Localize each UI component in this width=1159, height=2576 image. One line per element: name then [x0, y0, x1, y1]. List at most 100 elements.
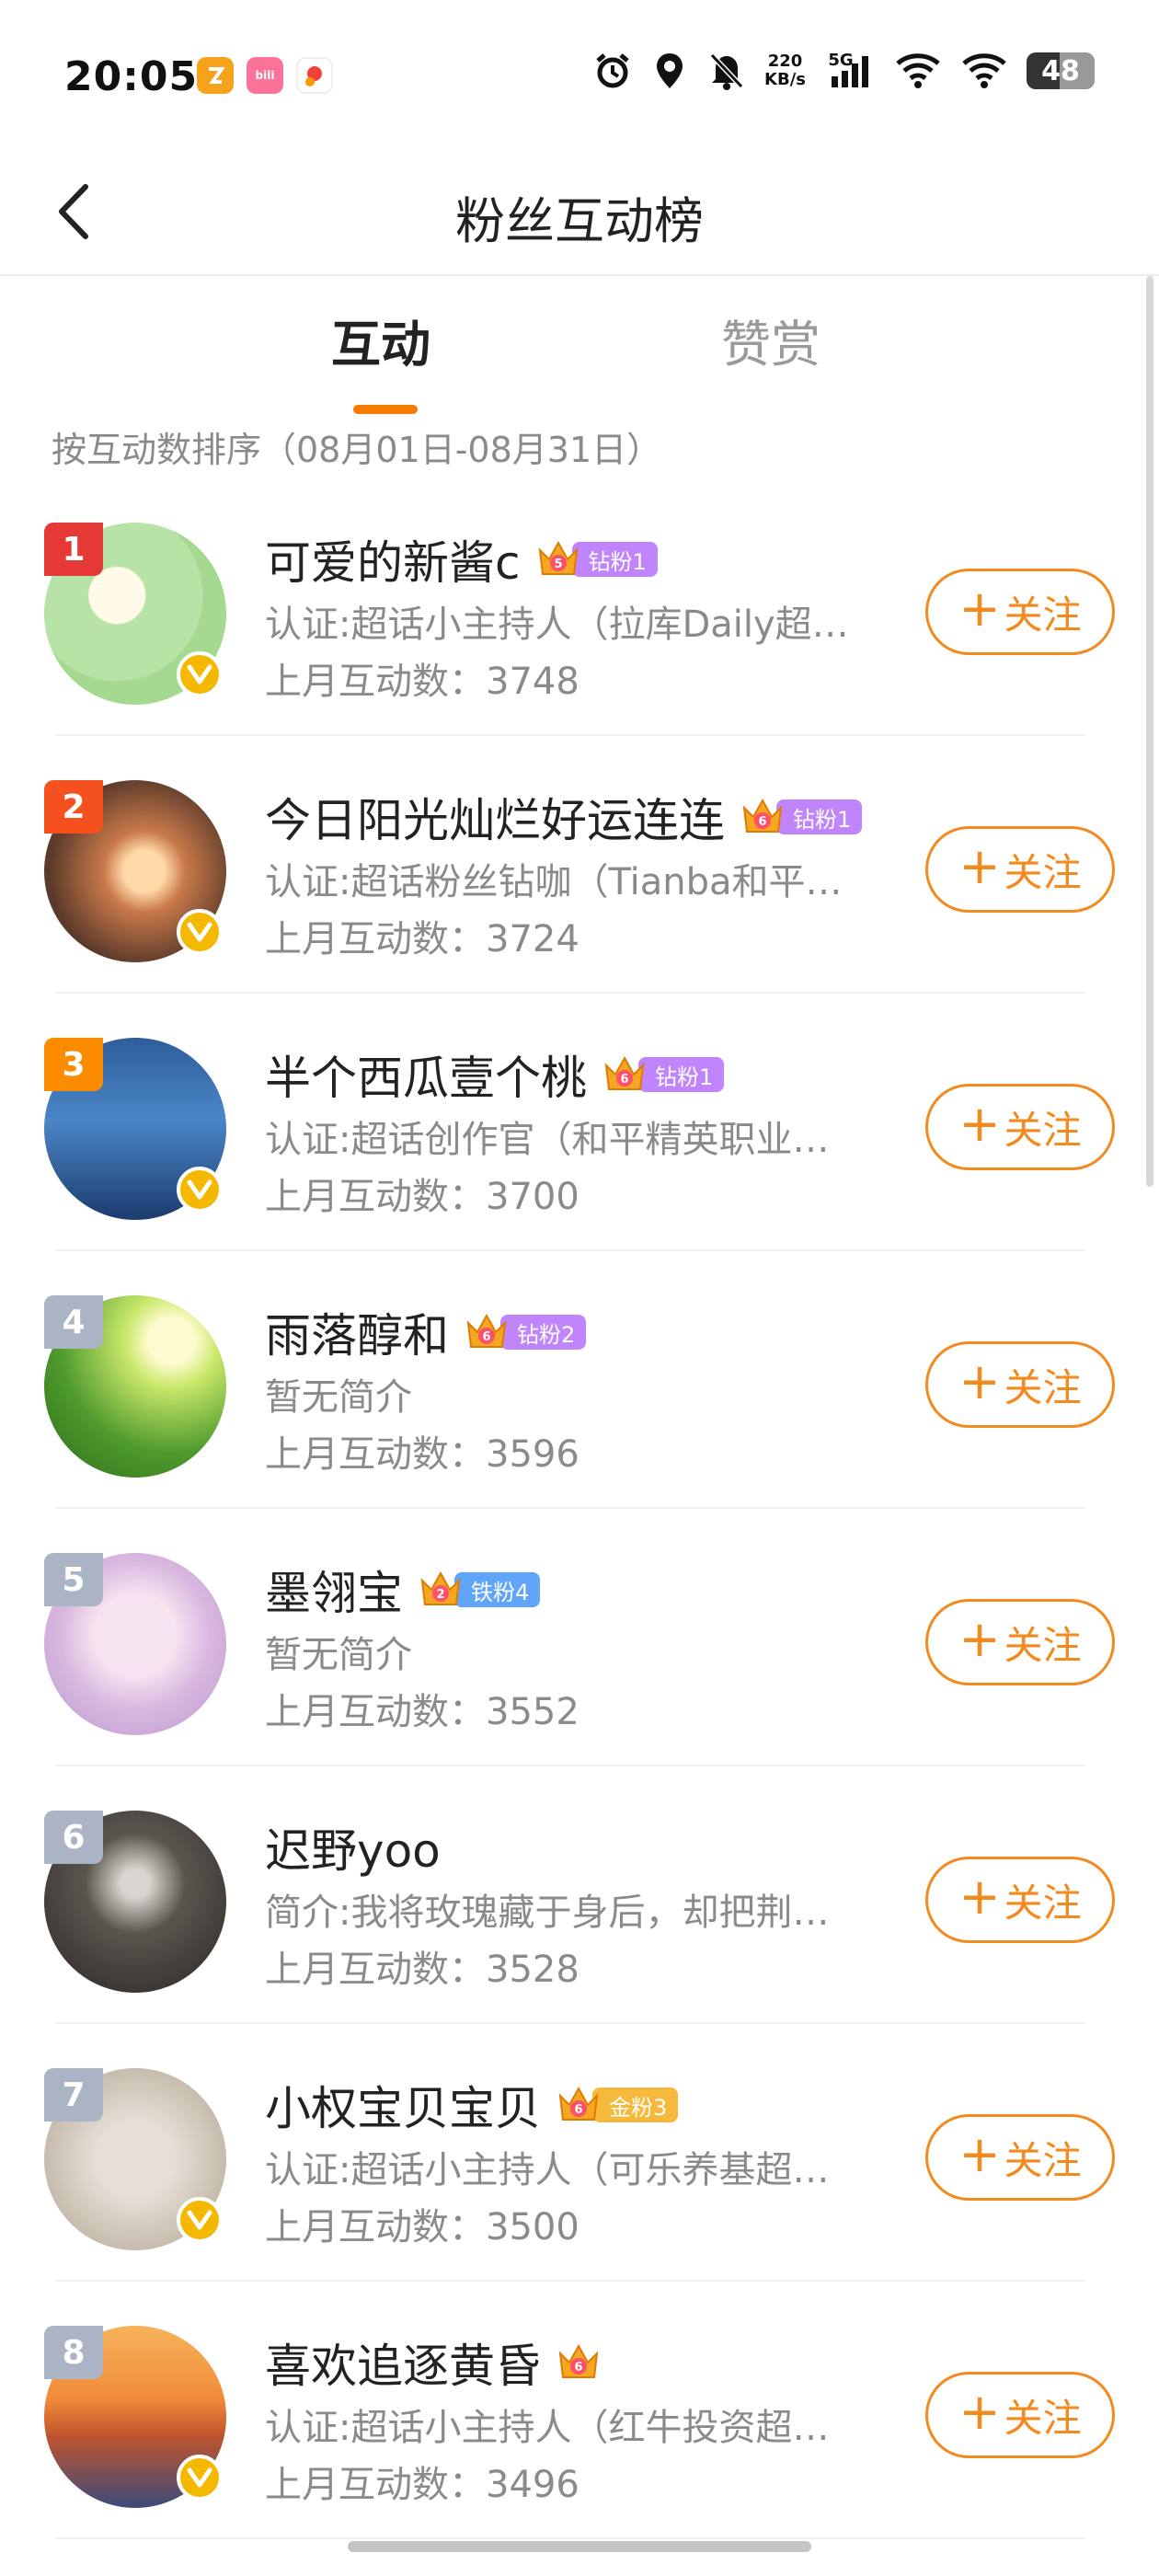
list-item[interactable]: 7 小权宝贝宝贝 6 金粉3 认证:超话小主持人（可乐养基超… 上月互动数：35…	[0, 2024, 1141, 2282]
user-description: 认证:超话创作官（和平精英职业…	[265, 1119, 830, 1161]
follow-label: 关注	[1004, 2395, 1082, 2441]
verified-icon	[177, 2455, 223, 2501]
name-line: 半个西瓜壹个桃 6 钻粉1	[265, 1041, 725, 1108]
tab-reward[interactable]: 赞赏	[721, 304, 820, 376]
home-indicator[interactable]	[348, 2541, 811, 2552]
net-speed: 220 KB/s	[764, 52, 806, 89]
wifi-icon	[894, 52, 942, 90]
user-description: 认证:超话小主持人（拉库Daily超…	[265, 604, 849, 646]
name-line: 可爱的新酱c 5 钻粉1	[265, 526, 658, 592]
follow-button[interactable]: + 关注	[925, 569, 1115, 655]
user-name[interactable]: 喜欢追逐黄昏	[265, 2329, 541, 2396]
fan-badge: 6 金粉3	[556, 2086, 679, 2124]
crown-level: 6	[482, 1330, 490, 1344]
interaction-count: 上月互动数：3552	[265, 1691, 580, 1733]
status-time: 20:05	[64, 53, 199, 100]
follow-button[interactable]: + 关注	[925, 826, 1115, 913]
plus-icon: +	[958, 837, 1001, 895]
fan-badge-label: 钻粉1	[638, 1057, 725, 1092]
user-name[interactable]: 墨翎宝	[265, 1557, 403, 1623]
scrollbar[interactable]	[1146, 276, 1153, 1187]
interaction-count: 上月互动数：3528	[265, 1949, 580, 1991]
name-line: 小权宝贝宝贝 6 金粉3	[265, 2072, 679, 2138]
follow-label: 关注	[1004, 1364, 1082, 1410]
crown-level: 5	[554, 558, 562, 571]
verified-icon	[177, 909, 223, 955]
name-line: 喜欢追逐黄昏 6	[265, 2329, 599, 2396]
list-item[interactable]: 8 喜欢追逐黄昏 6 认证:超话小主持人（红牛投资超… 上月互动数：3496 +…	[0, 2282, 1141, 2539]
interaction-count: 上月互动数：3700	[265, 1176, 580, 1218]
interaction-count: 上月互动数：3724	[265, 918, 580, 960]
user-name[interactable]: 可爱的新酱c	[265, 526, 521, 592]
user-name[interactable]: 小权宝贝宝贝	[265, 2072, 541, 2138]
crown-icon: 6	[742, 798, 783, 833]
fan-badge: 2 铁粉4	[418, 1570, 541, 1609]
follow-label: 关注	[1004, 592, 1082, 638]
rank-badge: 5	[44, 1553, 103, 1606]
follow-button[interactable]: + 关注	[925, 2114, 1115, 2201]
fan-badge: 6	[556, 2343, 599, 2382]
fan-badge: 6 钻粉2	[464, 1313, 587, 1351]
crown-icon: 2	[420, 1570, 461, 1605]
name-line: 迟野yoo	[265, 1814, 441, 1880]
page-title: 粉丝互动榜	[455, 192, 704, 250]
follow-button[interactable]: + 关注	[925, 1857, 1115, 1943]
rank-badge: 8	[44, 2326, 103, 2379]
user-name[interactable]: 今日阳光灿烂好运连连	[265, 784, 725, 850]
nav-bar: 粉丝互动榜	[0, 147, 1159, 276]
list-item[interactable]: 6 迟野yoo 简介:我将玫瑰藏于身后，却把荆… 上月互动数：3528 + 关注	[0, 1766, 1141, 2024]
crown-level: 6	[574, 2103, 582, 2117]
crown-level: 2	[436, 1588, 444, 1602]
mute-icon	[707, 52, 746, 90]
interaction-count: 上月互动数：3748	[265, 661, 580, 703]
list-item[interactable]: 2 今日阳光灿烂好运连连 6 钻粉1 认证:超话粉丝钻咖（Tianba和平… 上…	[0, 736, 1141, 994]
fan-badge-label: 钻粉1	[571, 542, 658, 577]
status-bar: 20:05 bili 220 KB/s 5G 48	[0, 0, 1159, 147]
tab-interaction[interactable]: 互动	[331, 304, 430, 376]
divider	[55, 2537, 1085, 2539]
user-description: 认证:超话粉丝钻咖（Tianba和平…	[265, 861, 843, 903]
fan-badge: 6 钻粉1	[602, 1055, 725, 1094]
follow-label: 关注	[1004, 1107, 1082, 1153]
list-item[interactable]: 3 半个西瓜壹个桃 6 钻粉1 认证:超话创作官（和平精英职业… 上月互动数：3…	[0, 994, 1141, 1251]
crown-icon: 6	[604, 1055, 645, 1090]
follow-button[interactable]: + 关注	[925, 1341, 1115, 1428]
plus-icon: +	[958, 580, 1001, 638]
bilibili-icon: bili	[247, 57, 283, 94]
crown-level: 6	[620, 1073, 628, 1087]
tab-active-indicator	[353, 405, 418, 414]
plus-icon: +	[958, 1868, 1001, 1926]
user-name[interactable]: 迟野yoo	[265, 1814, 441, 1880]
user-name[interactable]: 雨落醇和	[265, 1299, 449, 1365]
fan-badge: 6 钻粉1	[740, 798, 863, 836]
wifi-icon	[960, 52, 1008, 90]
crown-icon: 6	[558, 2086, 599, 2121]
user-description: 认证:超话小主持人（可乐养基超…	[265, 2149, 830, 2191]
verified-icon	[177, 1167, 223, 1213]
user-description: 简介:我将玫瑰藏于身后，却把荆…	[265, 1892, 830, 1934]
name-line: 雨落醇和 6 钻粉2	[265, 1299, 587, 1365]
crown-icon: 6	[466, 1313, 507, 1348]
list-item[interactable]: 1 可爱的新酱c 5 钻粉1 认证:超话小主持人（拉库Daily超… 上月互动数…	[0, 478, 1141, 736]
fan-badge-label: 钻粉2	[500, 1315, 587, 1350]
name-line: 墨翎宝 2 铁粉4	[265, 1557, 541, 1623]
user-name[interactable]: 半个西瓜壹个桃	[265, 1041, 587, 1108]
follow-button[interactable]: + 关注	[925, 1599, 1115, 1685]
list-item[interactable]: 5 墨翎宝 2 铁粉4 暂无简介 上月互动数：3552 + 关注	[0, 1509, 1141, 1766]
list-item[interactable]: 4 雨落醇和 6 钻粉2 暂无简介 上月互动数：3596 + 关注	[0, 1251, 1141, 1509]
leaderboard-list: 1 可爱的新酱c 5 钻粉1 认证:超话小主持人（拉库Daily超… 上月互动数…	[0, 478, 1141, 2539]
interaction-count: 上月互动数：3596	[265, 1433, 580, 1476]
rank-badge: 3	[44, 1038, 103, 1091]
sort-label: 按互动数排序（08月01日-08月31日）	[52, 430, 662, 470]
follow-button[interactable]: + 关注	[925, 2372, 1115, 2458]
tab-bar: 互动 赞赏	[0, 304, 1159, 414]
location-icon	[650, 52, 689, 90]
crown-level: 6	[758, 815, 766, 829]
app-notification-icon	[197, 57, 234, 94]
rank-badge: 7	[44, 2068, 103, 2122]
crown-icon: 6	[558, 2343, 599, 2378]
signal-icon: 5G	[824, 51, 876, 90]
follow-label: 关注	[1004, 2137, 1082, 2183]
fan-badge-label: 金粉3	[592, 2087, 679, 2122]
follow-button[interactable]: + 关注	[925, 1084, 1115, 1170]
